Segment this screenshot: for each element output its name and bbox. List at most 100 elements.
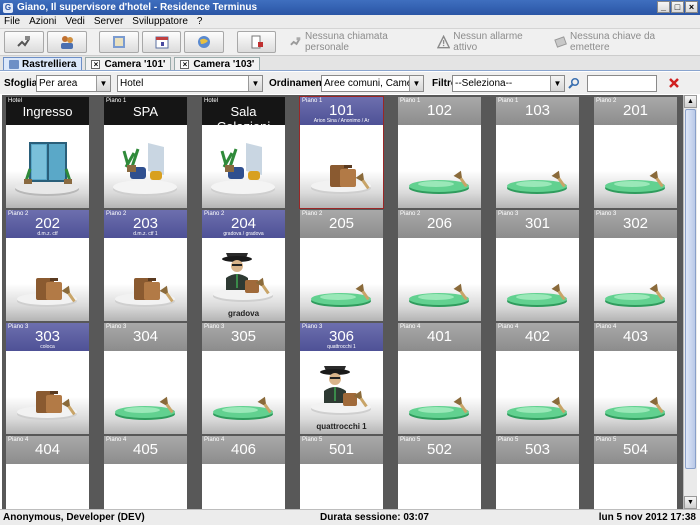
luggage-icon: [311, 165, 371, 194]
search-button[interactable]: [565, 75, 583, 92]
menu-vedi[interactable]: Vedi: [65, 16, 84, 27]
room-card-403[interactable]: Piano 4 403: [594, 323, 677, 434]
room-status-area: [496, 125, 579, 208]
room-card-101[interactable]: Piano 1 101 Arion Sina / Anonimo / Ar: [299, 96, 384, 209]
ordinamento-label: Ordinamento: [269, 77, 332, 89]
room-card-spa[interactable]: Piano 1 SPA: [104, 97, 187, 208]
room-card-306[interactable]: Piano 3 306 quattrocchi 1 quattrocchi 1: [300, 323, 383, 434]
free-icon: [507, 170, 567, 194]
room-header: Piano 2 203 d.m.z. ctf 1: [104, 210, 187, 238]
users-button[interactable]: [46, 31, 87, 53]
room-card-ingresso[interactable]: Hotel Ingresso: [6, 97, 89, 208]
close-icon[interactable]: ×: [91, 59, 101, 69]
luggage-icon: [17, 391, 77, 420]
room-card-406[interactable]: Piano 4 406: [202, 436, 285, 509]
chevron-down-icon[interactable]: ▼: [96, 75, 110, 91]
room-card-405[interactable]: Piano 4 405: [104, 436, 187, 509]
room-card-202[interactable]: Piano 2 202 d.m.z. ctf: [6, 210, 89, 321]
room-card-503[interactable]: Piano 5 503: [496, 436, 579, 509]
menu-azioni[interactable]: Azioni: [29, 16, 56, 27]
room-name: 504: [622, 441, 649, 458]
room-status-area: [594, 125, 677, 208]
menu-server[interactable]: Server: [94, 16, 123, 27]
room-header: Piano 1 101 Arion Sina / Anonimo / Ar: [300, 97, 383, 125]
maximize-button[interactable]: □: [671, 1, 684, 13]
close-icon[interactable]: ×: [180, 59, 190, 69]
clear-filter-button[interactable]: [665, 75, 683, 92]
room-card-401[interactable]: Piano 4 401: [398, 323, 481, 434]
room-card-103[interactable]: Piano 1 103: [496, 97, 579, 208]
free-icon: [213, 396, 273, 420]
alarm-icon: [437, 35, 451, 49]
room-card-304[interactable]: Piano 3 304: [104, 323, 187, 434]
room-header: Piano 3 304: [104, 323, 187, 351]
menu-help[interactable]: ?: [197, 16, 203, 27]
calendar-button[interactable]: [141, 31, 182, 53]
room-name: 402: [524, 328, 551, 345]
free-icon: [594, 464, 677, 509]
room-card-201[interactable]: Piano 2 201: [594, 97, 677, 208]
room-header: Piano 4 402: [496, 323, 579, 351]
room-card-305[interactable]: Piano 3 305: [202, 323, 285, 434]
filtro-select[interactable]: --Seleziona-- ▼: [452, 74, 565, 92]
app-icon: G: [3, 2, 13, 13]
area-select[interactable]: Hotel ▼: [117, 74, 263, 92]
room-card-404[interactable]: Piano 4 404: [6, 436, 89, 509]
room-card-501[interactable]: Piano 5 501: [300, 436, 383, 509]
room-header: Piano 4 406: [202, 436, 285, 464]
tab-camera-101[interactable]: × Camera '101': [85, 57, 172, 70]
room-card-504[interactable]: Piano 5 504: [594, 436, 677, 509]
room-card-303[interactable]: Piano 3 303 coloca: [6, 323, 89, 434]
room-card-206[interactable]: Piano 2 206: [398, 210, 481, 321]
room-card-502[interactable]: Piano 5 502: [398, 436, 481, 509]
room-card-301[interactable]: Piano 3 301: [496, 210, 579, 321]
room-name: 405: [132, 441, 159, 458]
room-card-102[interactable]: Piano 1 102: [398, 97, 481, 208]
chevron-down-icon[interactable]: ▼: [550, 75, 564, 91]
scroll-thumb[interactable]: [685, 109, 696, 469]
free-icon: [104, 464, 187, 509]
room-header: Piano 3 302: [594, 210, 677, 238]
exit-button[interactable]: [236, 31, 277, 53]
room-status-area: [6, 351, 89, 434]
search-input[interactable]: [587, 74, 657, 92]
room-header: HotelSala Colazioni: [202, 97, 285, 134]
chevron-down-icon[interactable]: ▼: [409, 75, 423, 91]
room-card-205[interactable]: Piano 2 205: [300, 210, 383, 321]
room-name: 503: [524, 441, 551, 458]
room-card-203[interactable]: Piano 2 203 d.m.z. ctf 1: [104, 210, 187, 321]
room-name: 103: [524, 102, 551, 119]
room-header: Piano 3 303 coloca: [6, 323, 89, 351]
menu-bar: File Azioni Vedi Server Sviluppatore ?: [0, 15, 700, 29]
vertical-scrollbar[interactable]: ▲ ▼: [683, 95, 697, 509]
window-title-bar: G Giano, Il supervisore d'hotel - Reside…: [0, 0, 700, 15]
close-window-button[interactable]: ×: [685, 1, 698, 13]
ordinamento-select[interactable]: Aree comuni, Camere ▼: [321, 74, 424, 92]
menu-sviluppatore[interactable]: Sviluppatore: [132, 16, 188, 27]
room-card-sala-colazioni[interactable]: HotelSala Colazioni: [202, 97, 285, 208]
room-card-402[interactable]: Piano 4 402: [496, 323, 579, 434]
minimize-button[interactable]: _: [657, 1, 670, 13]
room-card-204[interactable]: Piano 2 204 gradova / gradova gradova: [202, 210, 285, 321]
room-status-area: [398, 238, 481, 321]
chevron-down-icon[interactable]: ▼: [248, 75, 262, 91]
phone-button[interactable]: [4, 31, 44, 53]
menu-file[interactable]: File: [4, 16, 20, 27]
sfoglia-select[interactable]: Per area ▼: [36, 74, 111, 92]
scroll-up-icon[interactable]: ▲: [684, 95, 697, 108]
globe-button[interactable]: [184, 31, 225, 53]
room-status-area: [104, 238, 187, 321]
free-icon: [6, 464, 89, 509]
room-header: Piano 2 206: [398, 210, 481, 238]
room-header: Piano 2 204 gradova / gradova: [202, 210, 285, 238]
room-guest: gradova / gradova: [223, 231, 264, 237]
room-name: SPA: [132, 104, 159, 119]
book-button[interactable]: [98, 31, 139, 53]
tab-camera-103[interactable]: × Camera '103': [174, 57, 261, 70]
room-header: Piano 4 403: [594, 323, 677, 351]
room-name: 302: [622, 215, 649, 232]
scroll-down-icon[interactable]: ▼: [684, 496, 697, 509]
room-name: 203: [132, 215, 159, 232]
room-card-302[interactable]: Piano 3 302: [594, 210, 677, 321]
tab-rastrelliera[interactable]: Rastrelliera: [3, 57, 83, 70]
